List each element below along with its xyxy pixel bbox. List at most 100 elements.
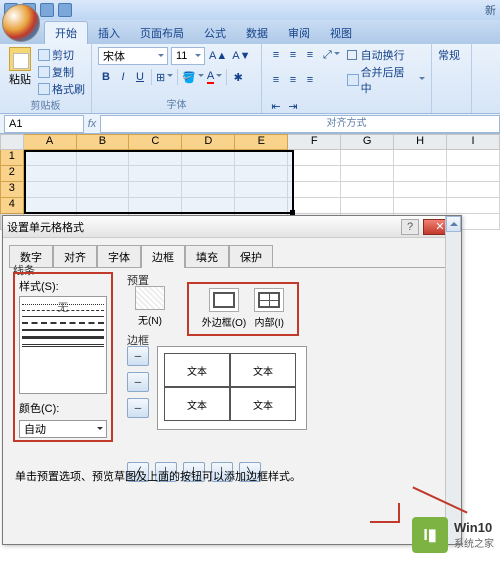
cell[interactable] xyxy=(341,182,394,198)
cell[interactable] xyxy=(341,166,394,182)
cell[interactable] xyxy=(235,182,288,198)
copy-button[interactable]: 复制 xyxy=(38,64,85,80)
cut-button[interactable]: 剪切 xyxy=(38,47,85,63)
align-center-button[interactable]: ≡ xyxy=(285,72,301,88)
line-style-dash-thick[interactable] xyxy=(22,322,104,324)
tab-insert[interactable]: 插入 xyxy=(88,22,130,44)
row-header[interactable]: 1 xyxy=(0,150,24,166)
cell[interactable] xyxy=(24,198,77,214)
cell[interactable] xyxy=(24,166,77,182)
underline-button[interactable]: U xyxy=(132,69,148,85)
cell[interactable] xyxy=(77,150,130,166)
border-hmid-button[interactable]: ─ xyxy=(127,372,149,392)
align-left-button[interactable]: ≡ xyxy=(268,72,284,88)
scroll-up-icon[interactable] xyxy=(446,216,461,232)
tab-view[interactable]: 视图 xyxy=(320,22,362,44)
bold-button[interactable]: B xyxy=(98,69,114,85)
grow-font-button[interactable]: A▲ xyxy=(208,48,228,64)
wrap-text-button[interactable]: 自动换行 xyxy=(347,47,425,63)
dlg-tab-fill[interactable]: 填充 xyxy=(185,245,229,268)
name-box[interactable]: A1 xyxy=(4,115,84,133)
cell[interactable] xyxy=(24,150,77,166)
select-all-corner[interactable] xyxy=(0,134,24,150)
redo-icon[interactable] xyxy=(40,3,54,17)
cell[interactable] xyxy=(447,182,500,198)
col-header[interactable]: B xyxy=(77,134,130,150)
cell[interactable] xyxy=(182,166,235,182)
tab-formulas[interactable]: 公式 xyxy=(194,22,236,44)
col-header[interactable]: F xyxy=(288,134,341,150)
preset-inside-button[interactable]: 内部(I) xyxy=(254,288,284,330)
border-bottom-button[interactable]: ─ xyxy=(127,398,149,418)
tab-review[interactable]: 审阅 xyxy=(278,22,320,44)
col-header[interactable]: G xyxy=(341,134,394,150)
cell[interactable] xyxy=(341,198,394,214)
office-button[interactable] xyxy=(2,4,40,42)
col-header[interactable]: C xyxy=(129,134,182,150)
align-middle-button[interactable]: ≡ xyxy=(285,47,301,63)
row-header[interactable]: 2 xyxy=(0,166,24,182)
tab-data[interactable]: 数据 xyxy=(236,22,278,44)
cell[interactable] xyxy=(129,166,182,182)
cell[interactable] xyxy=(24,182,77,198)
decrease-indent-button[interactable]: ⇤ xyxy=(268,98,284,114)
line-style-thin[interactable] xyxy=(22,316,104,317)
cell[interactable] xyxy=(235,198,288,214)
cell[interactable] xyxy=(288,166,341,182)
align-right-button[interactable]: ≡ xyxy=(302,72,318,88)
paste-button[interactable]: 粘贴 xyxy=(6,47,34,97)
line-style-thick[interactable] xyxy=(22,329,104,331)
col-header[interactable]: A xyxy=(24,134,77,150)
cell[interactable] xyxy=(77,182,130,198)
cell[interactable] xyxy=(447,150,500,166)
cell[interactable] xyxy=(394,182,447,198)
line-style-list[interactable]: 无 xyxy=(19,296,107,394)
cell[interactable] xyxy=(182,150,235,166)
line-style-heavy[interactable] xyxy=(22,336,104,339)
font-size-select[interactable]: 11 xyxy=(171,47,205,65)
cell[interactable] xyxy=(288,182,341,198)
col-header[interactable]: I xyxy=(447,134,500,150)
cell[interactable] xyxy=(182,198,235,214)
cell[interactable] xyxy=(129,198,182,214)
fill-color-button[interactable]: 🪣 xyxy=(181,69,205,85)
qat-more-icon[interactable] xyxy=(58,3,72,17)
dialog-scrollbar[interactable] xyxy=(445,216,461,544)
cell[interactable] xyxy=(288,150,341,166)
cell[interactable] xyxy=(129,150,182,166)
preset-outline-button[interactable]: 外边框(O) xyxy=(202,288,246,330)
dlg-tab-protection[interactable]: 保护 xyxy=(229,245,273,268)
line-style-dashed[interactable] xyxy=(22,310,104,311)
number-format-value[interactable]: 常规 xyxy=(438,47,465,63)
border-top-button[interactable]: ─ xyxy=(127,346,149,366)
dlg-tab-border[interactable]: 边框 xyxy=(141,245,185,268)
font-name-select[interactable]: 宋体 xyxy=(98,47,168,65)
cell[interactable] xyxy=(288,198,341,214)
dlg-tab-font[interactable]: 字体 xyxy=(97,245,141,268)
tab-layout[interactable]: 页面布局 xyxy=(130,22,194,44)
increase-indent-button[interactable]: ⇥ xyxy=(285,98,301,114)
tab-home[interactable]: 开始 xyxy=(44,21,88,44)
cell[interactable] xyxy=(394,198,447,214)
cell[interactable] xyxy=(129,182,182,198)
dlg-tab-alignment[interactable]: 对齐 xyxy=(53,245,97,268)
cell[interactable] xyxy=(235,166,288,182)
italic-button[interactable]: I xyxy=(115,69,131,85)
cell[interactable] xyxy=(77,166,130,182)
cell[interactable] xyxy=(447,198,500,214)
col-header[interactable]: E xyxy=(235,134,288,150)
font-color-button[interactable]: A xyxy=(206,69,223,85)
row-header[interactable]: 3 xyxy=(0,182,24,198)
border-preview[interactable]: 文本 文本 文本 文本 xyxy=(157,346,307,430)
cell[interactable] xyxy=(394,150,447,166)
cell[interactable] xyxy=(77,198,130,214)
phonetic-button[interactable]: ✱ xyxy=(230,69,246,85)
format-painter-button[interactable]: 格式刷 xyxy=(38,81,85,97)
row-header[interactable]: 4 xyxy=(0,198,24,214)
shrink-font-button[interactable]: A▼ xyxy=(231,48,251,64)
dialog-titlebar[interactable]: 设置单元格格式 ? ✕ xyxy=(3,216,461,238)
cell[interactable] xyxy=(394,166,447,182)
align-bottom-button[interactable]: ≡ xyxy=(302,47,318,63)
line-style-dotted[interactable] xyxy=(22,304,104,305)
cell[interactable] xyxy=(182,182,235,198)
